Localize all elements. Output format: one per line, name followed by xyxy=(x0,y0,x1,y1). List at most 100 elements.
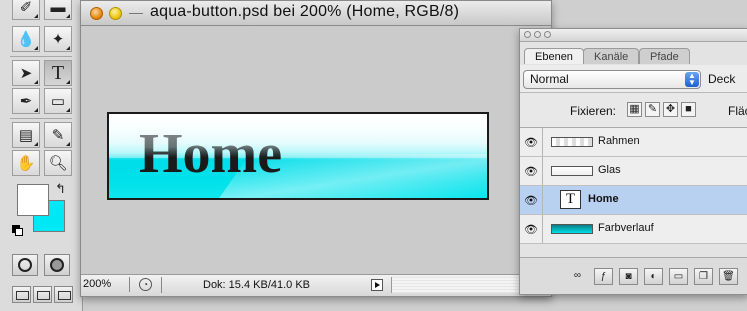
palette-close-button[interactable] xyxy=(524,31,531,38)
standard-screen-button[interactable] xyxy=(12,286,31,303)
lasso-tool-button[interactable]: ✐ xyxy=(12,0,40,20)
lasso-icon: ✐ xyxy=(19,0,33,16)
magic-wand-icon: ✦ xyxy=(51,31,65,48)
magic-wand-tool-button[interactable]: ✦ xyxy=(44,26,72,52)
layer-style-button[interactable]: ƒ xyxy=(594,268,613,285)
shape-icon: ▭ xyxy=(50,93,66,110)
zoom-field[interactable]: 200% xyxy=(81,277,130,292)
standard-mode-button[interactable] xyxy=(12,254,38,276)
full-screen-button[interactable] xyxy=(54,286,73,303)
new-layer-button[interactable]: ❐ xyxy=(694,268,713,285)
unsaved-indicator xyxy=(129,13,143,14)
palette-titlebar[interactable] xyxy=(520,29,747,42)
zoom-tool-button[interactable]: 🔍︎ xyxy=(44,150,72,176)
blur-tool-button[interactable]: 💧 xyxy=(12,26,40,52)
canvas-area[interactable]: Home xyxy=(81,26,551,274)
hand-icon: ✋ xyxy=(16,155,36,172)
artwork-home-text: Home xyxy=(139,123,283,185)
foreground-color-swatch[interactable] xyxy=(17,184,49,216)
checker-icon: ▦ xyxy=(629,103,640,115)
close-window-button[interactable] xyxy=(90,7,103,20)
notes-tool-button[interactable]: ▤ xyxy=(12,122,40,148)
type-layer-thumbnail: T xyxy=(560,190,581,209)
add-mask-button[interactable]: ◙ xyxy=(619,268,638,285)
marquee-tool-button[interactable]: ▬ xyxy=(44,0,72,20)
lock-transparency-button[interactable]: ▦ xyxy=(627,102,642,117)
lock-pixels-button[interactable]: ✎ xyxy=(645,102,660,117)
select-arrows-icon: ▲ ▼ xyxy=(685,72,699,87)
layer-thumbnail xyxy=(551,137,593,147)
default-colors-icon[interactable] xyxy=(12,225,23,236)
eye-icon[interactable]: 👁 xyxy=(520,186,543,214)
shape-tool-button[interactable]: ▭ xyxy=(44,88,72,114)
aqua-button-artwork[interactable]: Home xyxy=(107,112,489,200)
fill-label: Fläc xyxy=(728,104,747,118)
palette-zoom-button[interactable] xyxy=(544,31,551,38)
standard-mode-icon xyxy=(18,258,32,272)
pen-tool-button[interactable]: ✒ xyxy=(12,88,40,114)
palette-minimize-button[interactable] xyxy=(534,31,541,38)
selection-arrow-icon: ➤ xyxy=(19,65,33,82)
delete-layer-button[interactable]: 🗑 xyxy=(719,268,738,285)
link-layers-button[interactable]: ∞ xyxy=(568,268,587,285)
folder-icon: ▭ xyxy=(673,271,684,282)
eye-icon[interactable]: 👁 xyxy=(520,128,543,156)
new-group-button[interactable]: ▭ xyxy=(669,268,688,285)
blend-mode-select[interactable]: Normal ▲ ▼ xyxy=(523,70,701,89)
tab-ebenen[interactable]: Ebenen xyxy=(524,48,584,64)
tool-separator xyxy=(10,118,72,119)
minimize-window-button[interactable] xyxy=(109,7,122,20)
lock-icon: ■ xyxy=(685,103,692,115)
lock-row: Fixieren: ▦ ✎ ✥ ■ Fläc xyxy=(520,93,747,128)
move-icon: ✥ xyxy=(665,103,676,115)
screen-mode-icon xyxy=(58,291,71,300)
palette-bottom-bar: ∞ ƒ ◙ ◐ ▭ ❐ 🗑 xyxy=(520,257,747,294)
document-window: aqua-button.psd bei 200% (Home, RGB/8) H… xyxy=(80,0,552,297)
lock-position-button[interactable]: ✥ xyxy=(663,102,678,117)
tool-separator xyxy=(10,56,72,57)
layer-name: Glas xyxy=(598,164,621,176)
eye-icon[interactable]: 👁 xyxy=(520,157,543,185)
layer-row-glas[interactable]: 👁 Glas xyxy=(520,157,747,186)
layer-thumbnail xyxy=(551,224,593,234)
tab-kanaele[interactable]: Kanäle xyxy=(583,48,640,64)
play-arrow-icon xyxy=(375,282,380,288)
mask-icon: ◙ xyxy=(625,271,632,282)
brush-icon: ✎ xyxy=(647,103,658,115)
notes-icon: ▤ xyxy=(18,127,34,144)
document-size: Dok: 15.4 KB/41.0 KB xyxy=(203,279,311,291)
selection-arrow-tool-button[interactable]: ➤ xyxy=(12,60,40,86)
status-menu-button[interactable] xyxy=(371,279,383,291)
blur-icon: 💧 xyxy=(16,31,36,48)
adjustment-icon: ◐ xyxy=(650,271,657,282)
document-titlebar[interactable]: aqua-button.psd bei 200% (Home, RGB/8) xyxy=(81,1,551,26)
status-separator xyxy=(161,277,162,293)
eyedropper-tool-button[interactable]: ✎ xyxy=(44,122,72,148)
link-icon: ∞ xyxy=(573,270,582,281)
layer-row-home[interactable]: 👁 T Home xyxy=(520,186,747,215)
blend-row: Normal ▲ ▼ Deck xyxy=(520,65,747,93)
lock-label: Fixieren: xyxy=(570,104,617,118)
adjustment-layer-button[interactable]: ◐ xyxy=(644,268,663,285)
palette-tabs: Ebenen Kanäle Pfade xyxy=(520,42,747,64)
layer-row-farbverlauf[interactable]: 👁 Farbverlauf xyxy=(520,215,747,244)
full-screen-menu-button[interactable] xyxy=(33,286,52,303)
layer-name: Home xyxy=(588,193,619,205)
layer-name: Rahmen xyxy=(598,135,640,147)
opacity-label: Deck xyxy=(708,72,736,86)
tool-palette: ✐ ▬ 💧 ✦ ➤ T ✒ ▭ ▤ ✎ ✋ 🔍︎ ↰ xyxy=(0,0,83,311)
status-info-icon[interactable]: ◔ xyxy=(139,278,152,291)
pen-icon: ✒ xyxy=(19,93,33,110)
swap-colors-icon[interactable]: ↰ xyxy=(55,181,66,197)
blend-mode-value: Normal xyxy=(530,72,569,86)
quick-mask-mode-button[interactable] xyxy=(44,254,70,276)
eye-icon[interactable]: 👁 xyxy=(520,215,543,243)
layer-row-rahmen[interactable]: 👁 Rahmen xyxy=(520,128,747,157)
layers-palette: Ebenen Kanäle Pfade Normal ▲ ▼ Deck Fixie… xyxy=(519,28,747,295)
hand-tool-button[interactable]: ✋ xyxy=(12,150,40,176)
lock-all-button[interactable]: ■ xyxy=(681,102,696,117)
screen-mode-icon xyxy=(37,291,50,300)
tab-pfade[interactable]: Pfade xyxy=(639,48,690,64)
eyedropper-icon: ✎ xyxy=(51,127,65,144)
type-tool-button[interactable]: T xyxy=(44,60,72,86)
